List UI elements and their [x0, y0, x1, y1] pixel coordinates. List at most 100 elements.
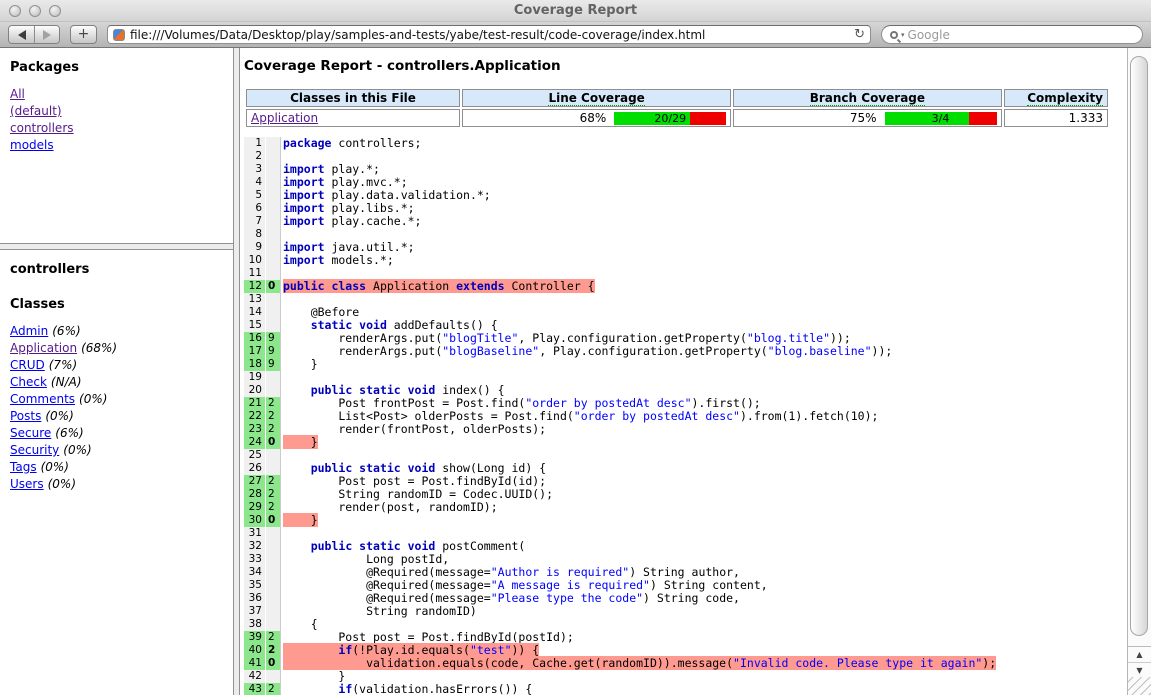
scrollbar[interactable]: ▲ ▼	[1127, 48, 1151, 695]
back-button[interactable]	[9, 26, 34, 43]
class-link[interactable]: Check	[10, 375, 47, 389]
line-number: 2	[244, 150, 265, 163]
line-number: 27	[244, 475, 265, 488]
col-header-branch-coverage: Branch Coverage	[733, 89, 1001, 107]
browser-toolbar: + ↻ ▾	[0, 22, 1151, 48]
hit-count	[266, 553, 281, 566]
scroll-up-button[interactable]: ▲	[1128, 647, 1151, 662]
class-link[interactable]: Secure	[10, 426, 51, 440]
line-number: 1	[244, 137, 265, 150]
class-link[interactable]: Tags	[10, 460, 37, 474]
scroll-down-button[interactable]: ▼	[1128, 662, 1151, 677]
class-name-link[interactable]: Application	[251, 111, 318, 125]
hit-count: 0	[266, 436, 281, 449]
package-link[interactable]: All	[10, 86, 25, 103]
line-number: 12	[244, 280, 265, 293]
col-header-line-coverage: Line Coverage	[462, 89, 731, 107]
search-field[interactable]: ▾	[881, 25, 1143, 44]
source-row: 300 }	[244, 514, 1127, 527]
class-list-item: Users(0%)	[10, 476, 223, 493]
source-row: 179 renderArgs.put("blogBaseline", Play.…	[244, 345, 1127, 358]
classes-heading: Classes	[10, 297, 223, 312]
hit-count	[266, 189, 281, 202]
line-number: 6	[244, 202, 265, 215]
package-link[interactable]: (default)	[10, 103, 62, 120]
line-number: 7	[244, 215, 265, 228]
branch-coverage-bar: 3/4	[885, 112, 997, 125]
line-number: 8	[244, 228, 265, 241]
search-dropdown-icon[interactable]: ▾	[901, 31, 905, 39]
source-row: 240 }	[244, 436, 1127, 449]
class-link[interactable]: Admin	[10, 324, 48, 338]
class-percent: (0%)	[41, 460, 69, 474]
source-row: 189 }	[244, 358, 1127, 371]
line-number: 30	[244, 514, 265, 527]
line-number: 13	[244, 293, 265, 306]
address-input[interactable]	[130, 28, 849, 42]
titlebar: Coverage Report	[0, 0, 1151, 22]
hit-count: 2	[266, 410, 281, 423]
address-bar[interactable]: ↻	[107, 25, 871, 44]
hit-count	[266, 137, 281, 150]
hit-count	[266, 592, 281, 605]
package-link[interactable]: models	[10, 137, 54, 154]
frame-divider-horizontal[interactable]	[0, 243, 233, 250]
reload-icon[interactable]: ↻	[854, 29, 865, 41]
source-row: 292 render(post, randomID);	[244, 501, 1127, 514]
source-line: public class Application extends Control…	[283, 280, 595, 293]
packages-list: All(default)controllersmodels	[10, 86, 223, 154]
hit-count	[266, 215, 281, 228]
source-row: 10import models.*;	[244, 254, 1127, 267]
col-header-classes: Classes in this File	[246, 89, 460, 107]
line-number: 32	[244, 540, 265, 553]
line-number: 18	[244, 358, 265, 371]
search-icon	[890, 31, 898, 39]
class-link[interactable]: Users	[10, 477, 44, 491]
source-line: renderArgs.put("blogBaseline", Play.conf…	[283, 345, 892, 358]
report-title: Coverage Report - controllers.Applicatio…	[244, 58, 1127, 74]
resize-grip[interactable]	[1128, 677, 1151, 695]
hit-count: 2	[266, 397, 281, 410]
hit-count	[266, 202, 281, 215]
class-list-item: Admin(6%)	[10, 323, 223, 340]
source-view: 1package controllers;23import play.*;4im…	[244, 137, 1127, 695]
search-input[interactable]	[908, 28, 1134, 42]
hit-count	[266, 566, 281, 579]
hit-count: 0	[266, 280, 281, 293]
hit-count: 9	[266, 332, 281, 345]
hit-count: 2	[266, 475, 281, 488]
class-link[interactable]: Posts	[10, 409, 41, 423]
add-bookmark-button[interactable]: +	[70, 25, 97, 44]
hit-count: 9	[266, 345, 281, 358]
source-line: package controllers;	[283, 137, 421, 150]
scrollbar-thumb[interactable]	[1130, 56, 1148, 636]
hit-count: 2	[266, 488, 281, 501]
class-link[interactable]: Comments	[10, 392, 75, 406]
package-link[interactable]: controllers	[10, 120, 74, 137]
forward-button[interactable]	[34, 26, 59, 43]
branch-coverage-ratio: 3/4	[885, 112, 997, 125]
source-line: import play.cache.*;	[283, 215, 421, 228]
hit-count	[266, 670, 281, 683]
source-row: 120public class Application extends Cont…	[244, 280, 1127, 293]
frame-divider-vertical[interactable]	[233, 48, 240, 695]
class-list-item: Check(N/A)	[10, 374, 223, 391]
coverage-table: Classes in this File Line Coverage Branc…	[244, 87, 1110, 129]
class-percent: (0%)	[45, 409, 73, 423]
source-line: if(validation.hasErrors()) {	[283, 683, 532, 695]
hit-count	[266, 579, 281, 592]
source-row: 7 import play.cache.*;	[244, 215, 1127, 228]
hit-count	[266, 540, 281, 553]
line-number: 34	[244, 566, 265, 579]
line-number: 20	[244, 384, 265, 397]
class-link[interactable]: CRUD	[10, 358, 45, 372]
hit-count	[266, 228, 281, 241]
source-row: 13	[244, 293, 1127, 306]
hit-count	[266, 163, 281, 176]
hit-count	[266, 319, 281, 332]
class-link[interactable]: Application	[10, 341, 77, 355]
class-link[interactable]: Security	[10, 443, 59, 457]
class-list-item: Secure(6%)	[10, 425, 223, 442]
line-number: 19	[244, 371, 265, 384]
class-percent: (7%)	[49, 358, 77, 372]
